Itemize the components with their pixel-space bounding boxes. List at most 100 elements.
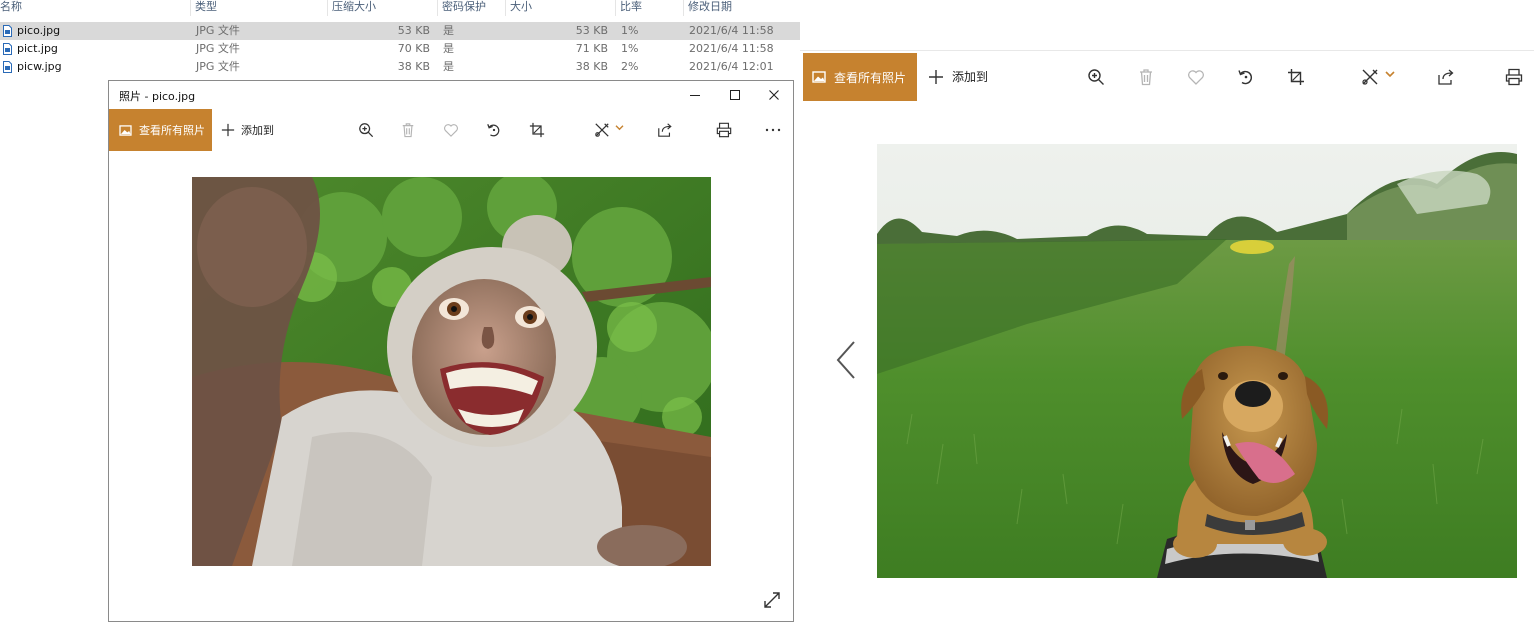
favorite-button[interactable] — [442, 121, 460, 139]
title-bar[interactable]: 照片 - pico.jpg — [109, 81, 793, 109]
file-type: JPG 文件 — [196, 24, 240, 37]
photos-app-window: 照片 - pico.jpg 查看所有照片 添加到 — [108, 80, 794, 622]
divider — [800, 50, 1534, 51]
edit-create-icon — [1362, 69, 1378, 85]
add-to-button[interactable]: 添加到 — [928, 68, 988, 85]
rotate-icon — [1238, 70, 1252, 85]
file-compressed-size: 70 KB — [397, 42, 430, 55]
print-button[interactable] — [1504, 67, 1524, 87]
column-header-size[interactable]: 大小 — [510, 0, 532, 16]
photo-monkey — [192, 177, 711, 566]
file-ratio: 2% — [621, 60, 639, 73]
file-size: 38 KB — [575, 60, 608, 73]
file-name: pict.jpg — [17, 42, 58, 55]
image-file-icon — [3, 25, 12, 37]
zoom-in-icon — [1088, 69, 1104, 85]
file-password: 是 — [443, 42, 454, 55]
column-header-name[interactable]: 名称 — [0, 0, 22, 16]
chevron-down-icon — [615, 124, 624, 130]
file-password: 是 — [443, 60, 454, 73]
gallery-icon — [812, 71, 826, 83]
column-separator[interactable] — [505, 0, 506, 16]
close-button[interactable] — [754, 81, 794, 109]
file-list-pane: 名称 类型 压缩大小 密码保护 大小 比率 修改日期 pico.jpg JPG … — [0, 0, 820, 80]
view-all-photos-button[interactable]: 查看所有照片 — [109, 109, 212, 151]
column-separator[interactable] — [327, 0, 328, 16]
image-file-icon — [3, 61, 12, 73]
heart-icon — [1188, 70, 1204, 85]
minimize-icon — [690, 95, 700, 96]
print-button[interactable] — [715, 121, 733, 139]
file-name: picw.jpg — [17, 60, 62, 73]
delete-button[interactable] — [1136, 67, 1156, 87]
crop-icon — [529, 122, 545, 138]
photo-dog — [877, 144, 1517, 578]
previous-photo-button[interactable] — [834, 338, 858, 382]
minimize-button[interactable] — [675, 81, 715, 109]
file-size: 53 KB — [575, 24, 608, 37]
chevron-down-icon — [1385, 71, 1395, 78]
add-to-label: 添加到 — [952, 70, 989, 84]
maximize-button[interactable] — [715, 81, 755, 109]
file-row[interactable]: pico.jpg JPG 文件 53 KB 是 53 KB 1% 2021/6/… — [0, 22, 818, 40]
edit-create-button[interactable] — [589, 121, 629, 139]
rotate-icon — [487, 124, 500, 137]
zoom-in-icon — [359, 123, 374, 138]
file-compressed-size: 38 KB — [397, 60, 430, 73]
gallery-icon — [119, 124, 132, 136]
fullscreen-button[interactable] — [761, 589, 783, 611]
view-all-photos-button[interactable]: 查看所有照片 — [803, 53, 917, 101]
crop-button[interactable] — [528, 121, 546, 139]
crop-button[interactable] — [1286, 67, 1306, 87]
file-modified: 2021/6/4 11:58 — [689, 42, 774, 55]
file-row[interactable]: picw.jpg JPG 文件 38 KB 是 38 KB 2% 2021/6/… — [0, 58, 818, 76]
edit-create-icon — [595, 123, 609, 137]
trash-icon — [1140, 69, 1152, 86]
column-separator[interactable] — [437, 0, 438, 16]
file-modified: 2021/6/4 12:01 — [689, 60, 774, 73]
rotate-button[interactable] — [485, 121, 503, 139]
expand-icon — [764, 592, 780, 608]
plus-icon — [221, 123, 235, 137]
share-button[interactable] — [656, 121, 674, 139]
file-compressed-size: 53 KB — [397, 24, 430, 37]
zoom-button[interactable] — [1086, 67, 1106, 87]
delete-button[interactable] — [399, 121, 417, 139]
file-ratio: 1% — [621, 24, 639, 37]
column-header-compressed-size[interactable]: 压缩大小 — [332, 0, 376, 16]
photos-toolbar: 查看所有照片 添加到 — [109, 109, 793, 151]
close-icon — [769, 90, 779, 100]
print-icon — [716, 122, 732, 138]
maximize-icon — [730, 90, 740, 100]
share-icon — [1438, 69, 1454, 85]
more-options-button[interactable] — [763, 121, 783, 139]
file-type: JPG 文件 — [196, 60, 240, 73]
image-file-icon — [3, 43, 12, 55]
file-row[interactable]: pict.jpg JPG 文件 70 KB 是 71 KB 1% 2021/6/… — [0, 40, 818, 58]
column-separator[interactable] — [190, 0, 191, 16]
heart-icon — [444, 124, 458, 137]
edit-create-button[interactable] — [1358, 67, 1398, 87]
column-separator[interactable] — [683, 0, 684, 16]
photos-app-large: 查看所有照片 添加到 — [800, 0, 1534, 623]
column-header-modified[interactable]: 修改日期 — [688, 0, 732, 16]
view-all-photos-label: 查看所有照片 — [139, 124, 205, 137]
crop-icon — [1288, 69, 1304, 85]
file-ratio: 1% — [621, 42, 639, 55]
share-button[interactable] — [1436, 67, 1456, 87]
column-header-password[interactable]: 密码保护 — [442, 0, 486, 16]
zoom-button[interactable] — [357, 121, 375, 139]
file-size: 71 KB — [575, 42, 608, 55]
add-to-button[interactable]: 添加到 — [221, 122, 274, 138]
favorite-button[interactable] — [1186, 67, 1206, 87]
column-header-ratio[interactable]: 比率 — [620, 0, 642, 16]
file-type: JPG 文件 — [196, 42, 240, 55]
chevron-left-icon — [836, 341, 855, 379]
column-separator[interactable] — [615, 0, 616, 16]
trash-icon — [402, 123, 414, 138]
print-icon — [1505, 68, 1523, 86]
column-header-type[interactable]: 类型 — [195, 0, 217, 16]
window-title: 照片 - pico.jpg — [119, 90, 196, 103]
view-all-photos-label: 查看所有照片 — [834, 70, 907, 85]
rotate-button[interactable] — [1236, 67, 1256, 87]
